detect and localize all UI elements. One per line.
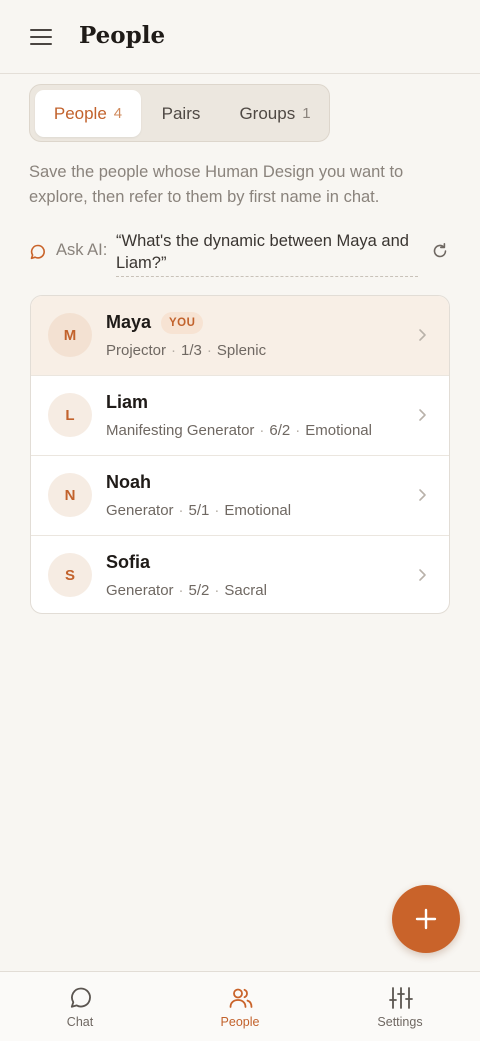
nav-people-label: People bbox=[220, 1015, 260, 1029]
chevron-right-icon bbox=[419, 409, 426, 421]
nav-people[interactable]: People bbox=[160, 972, 320, 1041]
nav-settings-label: Settings bbox=[377, 1015, 423, 1029]
person-name: Maya bbox=[106, 312, 152, 332]
tab-people-label: People bbox=[53, 103, 107, 123]
person-row-liam[interactable]: L Liam Manifesting Generator · 6/2 · Emotion… bbox=[31, 376, 449, 456]
person-row-maya[interactable]: M Maya YOU Projector · 1/3 · Splenic bbox=[31, 296, 449, 376]
person-authority: Emotional bbox=[305, 422, 372, 439]
tab-pairs[interactable]: Pairs bbox=[143, 90, 219, 137]
person-authority: Emotional bbox=[224, 502, 292, 519]
tab-pairs-label: Pairs bbox=[161, 103, 201, 123]
plus-icon bbox=[415, 908, 437, 930]
you-badge: YOU bbox=[161, 312, 204, 334]
people-tabs: People 4 Pairs Groups 1 bbox=[29, 84, 330, 142]
app-header: People bbox=[0, 0, 480, 74]
ask-ai-suggestion[interactable]: Ask AI: “What's the dynamic between Maya… bbox=[29, 228, 451, 278]
person-details: Generator · 5/2 · Sacral bbox=[106, 582, 267, 599]
person-row-sofia[interactable]: S Sofia Generator · 5/2 · Sacral bbox=[31, 536, 449, 613]
person-profile: 5/2 bbox=[188, 582, 210, 599]
nav-settings[interactable]: Settings bbox=[320, 972, 480, 1041]
tab-groups-label: Groups bbox=[239, 103, 296, 123]
avatar: N bbox=[48, 473, 92, 517]
menu-icon[interactable] bbox=[30, 28, 52, 46]
chevron-right-icon bbox=[419, 329, 426, 341]
person-authority: Sacral bbox=[224, 582, 267, 599]
suggestion-prompt[interactable]: “What's the dynamic between Maya and Lia… bbox=[116, 230, 418, 277]
refresh-icon[interactable] bbox=[431, 242, 449, 260]
page-title: People bbox=[79, 22, 166, 49]
add-person-button[interactable] bbox=[392, 885, 460, 953]
chevron-right-icon bbox=[419, 489, 426, 501]
people-icon bbox=[229, 988, 253, 1008]
tab-people[interactable]: People 4 bbox=[35, 90, 141, 137]
person-type: Manifesting Generator bbox=[106, 422, 255, 439]
person-profile: 1/3 bbox=[181, 342, 202, 359]
person-details: Generator · 5/1 · Emotional bbox=[106, 502, 292, 519]
person-type: Projector bbox=[106, 342, 167, 359]
sliders-icon bbox=[389, 987, 413, 1009]
chevron-right-icon bbox=[419, 569, 426, 581]
person-profile: 6/2 bbox=[269, 422, 291, 439]
intro-text: Save the people whose Human Design you w… bbox=[29, 163, 404, 206]
person-type: Generator bbox=[106, 582, 174, 599]
chat-bubble-icon bbox=[70, 987, 91, 1008]
tab-groups-count: 1 bbox=[302, 105, 311, 122]
people-list: M Maya YOU Projector · 1/3 · Splenic L Liam … bbox=[30, 295, 450, 614]
avatar: M bbox=[48, 313, 92, 357]
tab-people-count: 4 bbox=[113, 105, 123, 122]
person-name: Noah bbox=[106, 472, 151, 492]
person-name: Sofia bbox=[106, 552, 151, 572]
avatar: L bbox=[48, 393, 92, 437]
person-type: Generator bbox=[106, 502, 174, 519]
person-details: Manifesting Generator · 6/2 · Emotional bbox=[106, 422, 372, 439]
bottom-nav: Chat People Settings bbox=[0, 971, 480, 1041]
person-profile: 5/1 bbox=[188, 502, 210, 519]
avatar: S bbox=[48, 553, 92, 597]
chat-bubble-icon bbox=[30, 244, 45, 260]
person-row-noah[interactable]: N Noah Generator · 5/1 · Emotional bbox=[31, 456, 449, 536]
person-authority: Splenic bbox=[216, 342, 267, 359]
ask-ai-label: Ask AI: bbox=[56, 241, 108, 259]
tab-groups[interactable]: Groups 1 bbox=[223, 90, 327, 137]
person-details: Projector · 1/3 · Splenic bbox=[106, 342, 267, 359]
nav-chat[interactable]: Chat bbox=[0, 972, 160, 1041]
person-name: Liam bbox=[106, 392, 149, 412]
nav-chat-label: Chat bbox=[66, 1015, 94, 1029]
